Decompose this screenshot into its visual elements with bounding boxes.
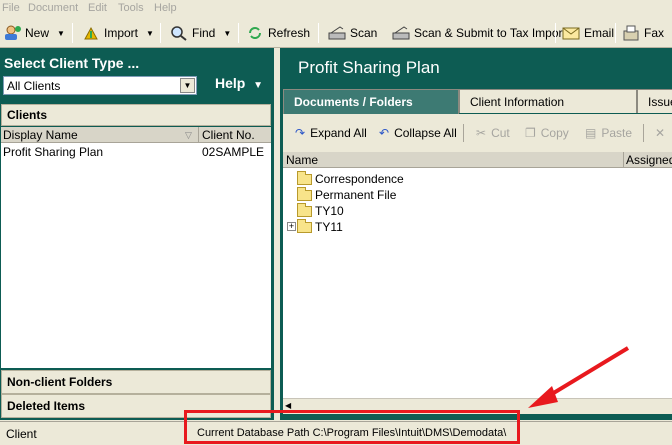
red-arrow-icon	[528, 346, 630, 408]
cut-button[interactable]: ✂ Cut	[476, 126, 510, 140]
paste-icon: ▤	[585, 126, 597, 140]
scanner-icon	[328, 25, 346, 41]
email-button[interactable]: Email	[562, 22, 614, 44]
left-panel: Select Client Type ... All Clients ▼ Hel…	[0, 48, 274, 420]
menu-file[interactable]: File	[2, 2, 20, 14]
chevron-down-icon[interactable]: ▼	[180, 78, 195, 93]
non-client-folders-header[interactable]: Non-client Folders	[1, 370, 271, 394]
column-client-no[interactable]: Client No.	[202, 128, 255, 142]
table-row[interactable]: Profit Sharing Plan 02SAMPLE	[1, 145, 271, 161]
menu-bar: File Document Edit Tools Help	[0, 0, 672, 18]
tree-item-ty11[interactable]: TY11	[297, 218, 343, 235]
tab-documents-folders[interactable]: Documents / Folders	[283, 89, 459, 115]
folder-icon	[297, 186, 312, 201]
fax-icon	[622, 25, 640, 41]
expand-all-button[interactable]: ↷ Expand All	[295, 126, 367, 140]
folder-icon	[297, 218, 312, 233]
scan-submit-button[interactable]: Scan & Submit to Tax Import	[392, 22, 566, 44]
new-button[interactable]: New ▼	[3, 22, 65, 44]
select-client-type-title: Select Client Type ...	[4, 55, 140, 71]
client-type-select[interactable]: All Clients ▼	[3, 76, 197, 95]
refresh-button[interactable]: Refresh	[246, 22, 310, 44]
clients-header[interactable]: Clients	[1, 104, 271, 126]
tools-icon[interactable]: ✕	[655, 126, 665, 140]
scan-button[interactable]: Scan	[328, 22, 377, 44]
envelope-icon	[562, 25, 580, 41]
menu-document[interactable]: Document	[28, 2, 78, 14]
collapse-icon: ↶	[379, 126, 390, 140]
tree-item-ty10[interactable]: TY10	[297, 202, 344, 219]
column-name[interactable]: Name	[286, 153, 318, 167]
import-button[interactable]: Import ▼	[82, 22, 154, 44]
status-context: Client	[6, 427, 37, 441]
scanner-submit-icon	[392, 25, 410, 41]
menu-edit[interactable]: Edit	[88, 2, 107, 14]
tab-client-information[interactable]: Client Information	[459, 89, 637, 113]
expand-icon: ↷	[295, 126, 306, 140]
copy-icon: ❐	[525, 126, 536, 140]
column-display-name[interactable]: Display Name	[3, 128, 78, 142]
highlight-box	[184, 410, 520, 444]
document-actions-bar: ↷ Expand All ↶ Collapse All ✂ Cut ❐ Copy ▤ Pa…	[283, 114, 672, 152]
scroll-left-icon[interactable]: ◀	[285, 401, 291, 410]
help-menu[interactable]: Help ▼	[215, 75, 263, 91]
magnifier-icon	[170, 25, 188, 41]
tree-item-correspondence[interactable]: Correspondence	[297, 170, 404, 187]
import-icon	[82, 25, 100, 41]
folder-icon	[297, 202, 312, 217]
folder-icon	[297, 170, 312, 185]
copy-button[interactable]: ❐ Copy	[525, 126, 569, 140]
page-title: Profit Sharing Plan	[298, 58, 440, 77]
client-list: Display Name ▽ Client No. Profit Sharing…	[1, 127, 271, 368]
menu-tools[interactable]: Tools	[118, 2, 144, 14]
find-button[interactable]: Find ▼	[170, 22, 231, 44]
client-list-header: Display Name ▽ Client No.	[1, 127, 271, 143]
fax-button[interactable]: Fax	[622, 22, 664, 44]
column-assigned[interactable]: Assigned	[626, 153, 672, 167]
collapse-all-button[interactable]: ↶ Collapse All	[379, 126, 457, 140]
refresh-icon	[246, 25, 264, 41]
sort-icon: ▽	[185, 130, 192, 140]
tree-item-permanent-file[interactable]: Permanent File	[297, 186, 396, 203]
scissors-icon: ✂	[476, 126, 487, 140]
tree-header: Name Assigned	[283, 152, 672, 168]
tab-issues[interactable]: Issues	[637, 89, 672, 113]
expand-node-icon[interactable]: +	[287, 222, 296, 231]
paste-button[interactable]: ▤ Paste	[585, 126, 632, 140]
new-user-icon	[3, 25, 21, 41]
toolbar: New ▼ Import ▼ Find ▼ Refresh Scan Scan & S…	[0, 18, 672, 48]
menu-help[interactable]: Help	[154, 2, 177, 14]
